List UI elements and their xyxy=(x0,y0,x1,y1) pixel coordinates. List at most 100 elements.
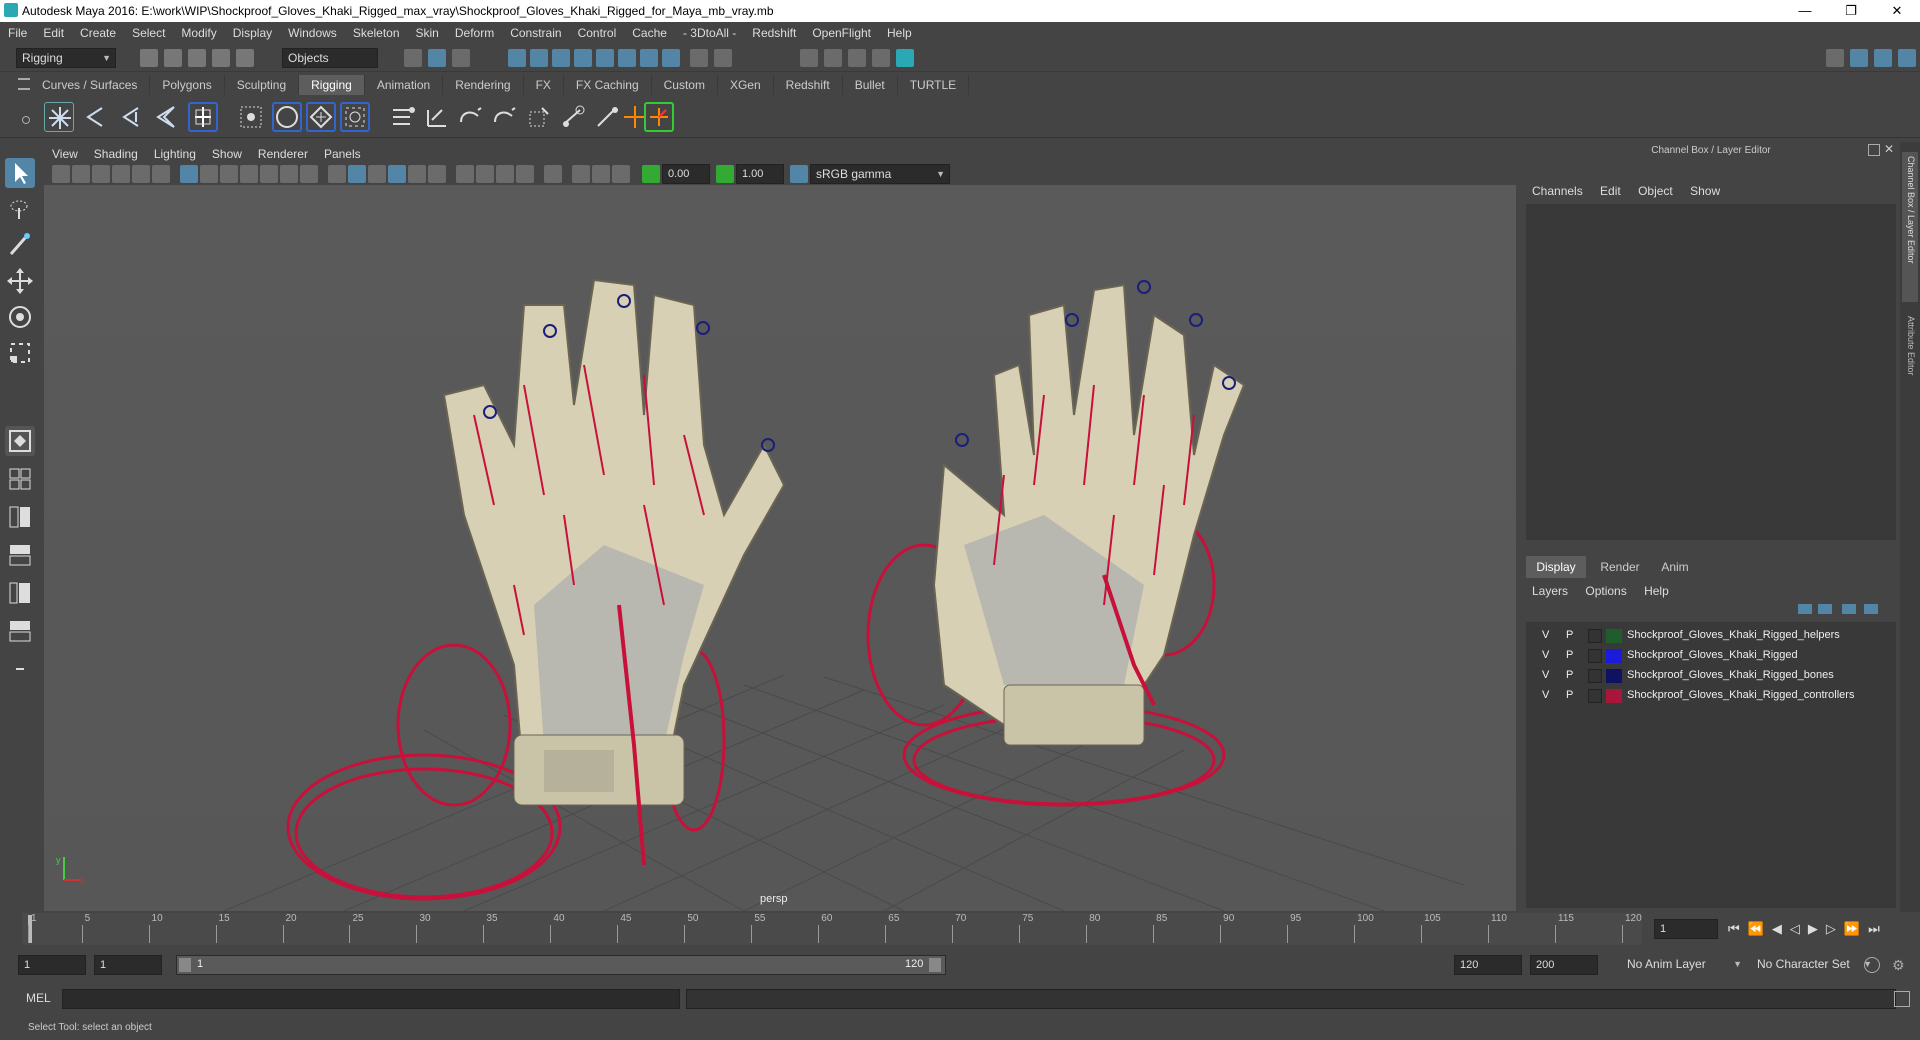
new-layer-icon[interactable] xyxy=(1842,604,1856,614)
end-time-field[interactable]: 200 xyxy=(1530,955,1598,975)
shelf-tab-rigging[interactable]: Rigging xyxy=(299,75,365,95)
lattice-icon[interactable] xyxy=(272,102,302,132)
tab-display[interactable]: Display xyxy=(1526,556,1586,578)
isolate-select-icon[interactable] xyxy=(544,165,562,183)
snap-point-icon[interactable] xyxy=(552,49,570,67)
wireframe-on-shaded-icon[interactable] xyxy=(368,165,386,183)
maximize-button[interactable]: ❐ xyxy=(1828,0,1874,22)
menu-skeleton[interactable]: Skeleton xyxy=(345,22,408,44)
exposure-field[interactable]: 0.00 xyxy=(662,164,710,184)
image-plane-icon[interactable] xyxy=(112,165,130,183)
gate-mask-icon[interactable] xyxy=(240,165,258,183)
attribute-editor-toggle-icon[interactable] xyxy=(1874,49,1892,67)
shadows-icon[interactable] xyxy=(428,165,446,183)
menu-openflight[interactable]: OpenFlight xyxy=(804,22,879,44)
menu-cache[interactable]: Cache xyxy=(624,22,675,44)
current-frame-field[interactable]: 1 xyxy=(1654,919,1718,939)
move-layer-up-icon[interactable] xyxy=(1798,604,1812,614)
shelf-tab-fx[interactable]: FX xyxy=(524,75,564,95)
prune-weights-icon[interactable] xyxy=(524,102,554,132)
shelf-tab-sculpting[interactable]: Sculpting xyxy=(225,75,300,95)
menu-3dtoall[interactable]: - 3DtoAll - xyxy=(675,22,744,44)
color-space-dropdown[interactable]: sRGB gamma ▼ xyxy=(810,164,950,184)
menu-control[interactable]: Control xyxy=(570,22,625,44)
mel-label[interactable]: MEL xyxy=(26,991,51,1005)
menu-redshift[interactable]: Redshift xyxy=(744,22,804,44)
selection-mode-dropdown[interactable]: Objects xyxy=(282,48,378,68)
construction-history-icon[interactable] xyxy=(714,49,732,67)
snap-pivot-icon[interactable] xyxy=(640,49,658,67)
attribute-editor-side-tab[interactable]: Attribute Editor xyxy=(1902,312,1918,402)
wrap-deformer-icon[interactable] xyxy=(306,102,336,132)
symmetry-icon[interactable] xyxy=(662,49,680,67)
shelf-tab-fx-caching[interactable]: FX Caching xyxy=(564,75,652,95)
minimize-button[interactable]: — xyxy=(1782,0,1828,22)
range-end-handle[interactable] xyxy=(929,958,941,972)
ik-spline-icon[interactable] xyxy=(116,102,146,132)
select-by-object-icon[interactable] xyxy=(428,49,446,67)
visibility-toggle[interactable]: V xyxy=(1542,689,1549,701)
visibility-toggle[interactable]: V xyxy=(1542,629,1549,641)
shelf-tab-animation[interactable]: Animation xyxy=(365,75,444,95)
menu-deform[interactable]: Deform xyxy=(447,22,502,44)
shelf-tab-redshift[interactable]: Redshift xyxy=(774,75,843,95)
command-input[interactable] xyxy=(62,989,680,1009)
single-perspective-layout-icon[interactable] xyxy=(5,426,35,456)
blend-shape-icon[interactable] xyxy=(558,102,588,132)
layer-row[interactable]: V P Shockproof_Gloves_Khaki_Rigged_bones xyxy=(1530,667,1890,685)
menu-modify[interactable]: Modify xyxy=(173,22,224,44)
2d-pan-zoom-icon[interactable] xyxy=(132,165,150,183)
resolution-gate-icon[interactable] xyxy=(220,165,238,183)
xray-icon[interactable] xyxy=(572,165,590,183)
animation-preferences-icon[interactable]: ⚙ xyxy=(1892,957,1908,973)
xray-components-icon[interactable] xyxy=(612,165,630,183)
tool-settings-toggle-icon[interactable] xyxy=(1898,49,1916,67)
playback-controls[interactable]: ⏮⏪◀◁▶▷⏩⏭ xyxy=(1728,921,1888,937)
lasso-tool-icon[interactable] xyxy=(5,194,35,224)
layer-name[interactable]: Shockproof_Gloves_Khaki_Rigged_bones xyxy=(1627,669,1834,681)
hypershade-layout-icon[interactable] xyxy=(5,616,35,646)
layer-name[interactable]: Shockproof_Gloves_Khaki_Rigged_controlle… xyxy=(1627,689,1854,701)
shelf-tab-xgen[interactable]: XGen xyxy=(718,75,774,95)
visibility-toggle[interactable]: V xyxy=(1542,649,1549,661)
ik-handle-icon[interactable] xyxy=(80,102,110,132)
layer-color-swatch[interactable] xyxy=(1606,629,1622,643)
textured-icon[interactable] xyxy=(388,165,406,183)
panel-menu-show[interactable]: Show xyxy=(204,145,250,163)
mirror-skin-weights-icon[interactable] xyxy=(456,102,486,132)
visibility-toggle[interactable]: V xyxy=(1542,669,1549,681)
paint-skin-weights-icon[interactable] xyxy=(422,102,452,132)
tab-render[interactable]: Render xyxy=(1590,556,1650,578)
snap-grid-icon[interactable] xyxy=(508,49,526,67)
safe-title-icon[interactable] xyxy=(300,165,318,183)
menu-create[interactable]: Create xyxy=(72,22,124,44)
close-button[interactable]: ✕ xyxy=(1874,0,1920,22)
display-type-box[interactable] xyxy=(1588,669,1602,683)
locator-icon[interactable] xyxy=(188,102,218,132)
panel-menu-lighting[interactable]: Lighting xyxy=(146,145,204,163)
new-scene-icon[interactable] xyxy=(140,49,158,67)
workspace-toggle-icon[interactable] xyxy=(1826,49,1844,67)
layer-row[interactable]: V P Shockproof_Gloves_Khaki_Rigged_helpers xyxy=(1530,627,1890,645)
mirror-joint-icon[interactable] xyxy=(644,102,674,132)
ipr-render-icon[interactable] xyxy=(848,49,866,67)
insert-joint-icon[interactable] xyxy=(152,102,182,132)
select-by-component-icon[interactable] xyxy=(452,49,470,67)
camera-select-icon[interactable] xyxy=(52,165,70,183)
persp-graph-layout-icon[interactable] xyxy=(5,540,35,570)
anim-layer-dropdown[interactable]: No Anim Layer ▼ xyxy=(1622,955,1746,975)
rotate-tool-icon[interactable] xyxy=(5,302,35,332)
go-to-start-icon[interactable]: ⏮ xyxy=(1728,921,1748,936)
paint-select-tool-icon[interactable] xyxy=(5,230,35,260)
menu-select[interactable]: Select xyxy=(124,22,173,44)
snap-vertex-icon[interactable] xyxy=(618,49,636,67)
channel-box-toggle-icon[interactable] xyxy=(1850,49,1868,67)
shelf-tab-bullet[interactable]: Bullet xyxy=(843,75,898,95)
select-by-hierarchy-icon[interactable] xyxy=(404,49,422,67)
panel-menu-shading[interactable]: Shading xyxy=(86,145,146,163)
layer-color-swatch[interactable] xyxy=(1606,649,1622,663)
layer-row[interactable]: V P Shockproof_Gloves_Khaki_Rigged_control… xyxy=(1530,687,1890,705)
grease-pencil-icon[interactable] xyxy=(152,165,170,183)
xray-joints-icon[interactable] xyxy=(592,165,610,183)
menu-constrain[interactable]: Constrain xyxy=(502,22,569,44)
